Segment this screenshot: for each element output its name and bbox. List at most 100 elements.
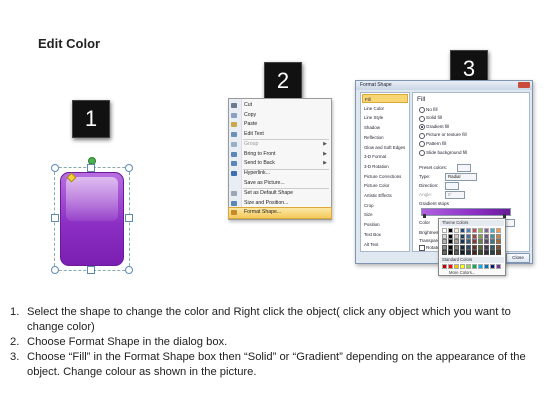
resize-handle[interactable] bbox=[51, 164, 59, 172]
menu-item[interactable]: Group ▶ bbox=[229, 140, 331, 150]
theme-color-swatch[interactable] bbox=[496, 233, 501, 239]
nav-item[interactable]: Crop bbox=[362, 201, 408, 210]
standard-color-swatch[interactable] bbox=[454, 264, 459, 269]
theme-color-swatch[interactable] bbox=[454, 228, 459, 233]
theme-color-swatch[interactable] bbox=[478, 228, 483, 233]
resize-handle[interactable] bbox=[87, 266, 95, 274]
standard-color-swatch[interactable] bbox=[490, 264, 495, 269]
nav-item[interactable]: 3-D Format bbox=[362, 152, 408, 161]
theme-color-swatch[interactable] bbox=[448, 239, 453, 245]
theme-color-swatch[interactable] bbox=[496, 244, 501, 250]
theme-color-swatch[interactable] bbox=[448, 228, 453, 233]
standard-color-swatch[interactable] bbox=[472, 264, 477, 269]
resize-handle[interactable] bbox=[125, 266, 133, 274]
more-colors-link[interactable]: More Colors... bbox=[443, 270, 475, 275]
theme-color-swatch[interactable] bbox=[466, 228, 471, 233]
theme-color-swatch[interactable] bbox=[496, 239, 501, 245]
resize-handle[interactable] bbox=[125, 164, 133, 172]
theme-color-swatch[interactable] bbox=[484, 244, 489, 250]
menu-item[interactable]: Send to Back ▶ bbox=[229, 159, 331, 169]
theme-color-swatch[interactable] bbox=[454, 250, 459, 256]
theme-color-swatch[interactable] bbox=[484, 228, 489, 233]
theme-color-swatch[interactable] bbox=[460, 228, 465, 233]
theme-color-swatch[interactable] bbox=[442, 233, 447, 239]
angle-field[interactable]: 0° bbox=[445, 191, 465, 199]
nav-item[interactable]: Line Style bbox=[362, 113, 408, 122]
theme-color-swatch[interactable] bbox=[454, 233, 459, 239]
nav-item[interactable]: Artistic Effects bbox=[362, 191, 408, 200]
theme-color-swatch[interactable] bbox=[490, 239, 495, 245]
nav-item[interactable]: Alt Text bbox=[362, 240, 408, 249]
type-dropdown[interactable]: Radial bbox=[445, 173, 477, 181]
nav-item[interactable]: Picture Corrections bbox=[362, 172, 408, 181]
resize-handle[interactable] bbox=[51, 266, 59, 274]
preset-colors-dropdown[interactable] bbox=[457, 164, 471, 172]
theme-color-swatch[interactable] bbox=[460, 250, 465, 256]
menu-item[interactable]: Hyperlink... bbox=[229, 169, 331, 179]
fill-option-radio[interactable] bbox=[419, 107, 425, 113]
theme-color-swatch[interactable] bbox=[472, 228, 477, 233]
fill-option-radio[interactable] bbox=[419, 124, 425, 131]
standard-color-swatch[interactable] bbox=[460, 264, 465, 269]
menu-item[interactable]: Save as Picture... bbox=[229, 179, 331, 189]
nav-item[interactable]: Reflection bbox=[362, 133, 408, 142]
rotate-checkbox[interactable] bbox=[419, 245, 425, 251]
fill-option-radio[interactable] bbox=[419, 132, 425, 139]
theme-color-swatch[interactable] bbox=[484, 233, 489, 239]
direction-dropdown[interactable] bbox=[445, 182, 459, 190]
menu-item[interactable]: Cut bbox=[229, 101, 331, 111]
theme-color-swatch[interactable] bbox=[490, 250, 495, 256]
nav-item[interactable]: 3-D Rotation bbox=[362, 162, 408, 171]
theme-color-swatch[interactable] bbox=[454, 239, 459, 245]
menu-item[interactable]: Set as Default Shape bbox=[229, 189, 331, 199]
theme-color-swatch[interactable] bbox=[466, 233, 471, 239]
theme-color-swatch[interactable] bbox=[490, 233, 495, 239]
nav-item[interactable]: Size bbox=[362, 210, 408, 219]
close-icon[interactable] bbox=[518, 82, 530, 88]
theme-color-swatch[interactable] bbox=[466, 244, 471, 250]
fill-option-radio[interactable] bbox=[419, 141, 425, 148]
nav-item[interactable]: Line Color bbox=[362, 104, 408, 113]
gradient-stop-marker[interactable] bbox=[423, 214, 426, 218]
close-button[interactable]: Close bbox=[506, 253, 530, 263]
standard-color-swatch[interactable] bbox=[496, 264, 501, 269]
theme-color-swatch[interactable] bbox=[460, 244, 465, 250]
theme-color-swatch[interactable] bbox=[442, 239, 447, 245]
nav-item[interactable]: Fill bbox=[362, 94, 408, 104]
theme-color-swatch[interactable] bbox=[478, 233, 483, 239]
nav-item[interactable]: Text Box bbox=[362, 230, 408, 239]
theme-color-swatch[interactable] bbox=[478, 250, 483, 256]
theme-color-swatch[interactable] bbox=[448, 250, 453, 256]
theme-color-swatch[interactable] bbox=[472, 244, 477, 250]
standard-color-swatch[interactable] bbox=[484, 264, 489, 269]
theme-color-swatch[interactable] bbox=[466, 250, 471, 256]
theme-color-swatch[interactable] bbox=[448, 233, 453, 239]
menu-item[interactable]: Edit Text bbox=[229, 130, 331, 140]
gradient-stops-bar[interactable] bbox=[421, 208, 511, 216]
nav-item[interactable]: Shadow bbox=[362, 123, 408, 132]
theme-color-swatch[interactable] bbox=[496, 250, 501, 256]
theme-color-swatch[interactable] bbox=[442, 250, 447, 256]
standard-color-swatch[interactable] bbox=[448, 264, 453, 269]
fill-option-radio[interactable] bbox=[419, 150, 425, 156]
theme-color-swatch[interactable] bbox=[442, 228, 447, 233]
nav-item[interactable]: Position bbox=[362, 220, 408, 229]
menu-item[interactable]: Size and Position... bbox=[229, 199, 331, 209]
menu-item[interactable]: Format Shape... bbox=[228, 207, 332, 219]
theme-color-swatch[interactable] bbox=[478, 244, 483, 250]
nav-item[interactable]: Glow and Soft Edges bbox=[362, 143, 408, 152]
theme-color-swatch[interactable] bbox=[460, 233, 465, 239]
menu-item[interactable]: Bring to Front ▶ bbox=[229, 150, 331, 160]
theme-color-swatch[interactable] bbox=[460, 239, 465, 245]
theme-color-swatch[interactable] bbox=[472, 239, 477, 245]
standard-color-swatch[interactable] bbox=[478, 264, 483, 269]
theme-color-swatch[interactable] bbox=[448, 244, 453, 250]
menu-item[interactable]: Copy bbox=[229, 111, 331, 121]
fill-option-radio[interactable] bbox=[419, 115, 425, 122]
nav-item[interactable]: Picture Color bbox=[362, 181, 408, 190]
theme-color-swatch[interactable] bbox=[496, 228, 501, 233]
theme-color-swatch[interactable] bbox=[442, 244, 447, 250]
theme-color-swatch[interactable] bbox=[490, 228, 495, 233]
theme-color-swatch[interactable] bbox=[454, 244, 459, 250]
theme-color-swatch[interactable] bbox=[466, 239, 471, 245]
